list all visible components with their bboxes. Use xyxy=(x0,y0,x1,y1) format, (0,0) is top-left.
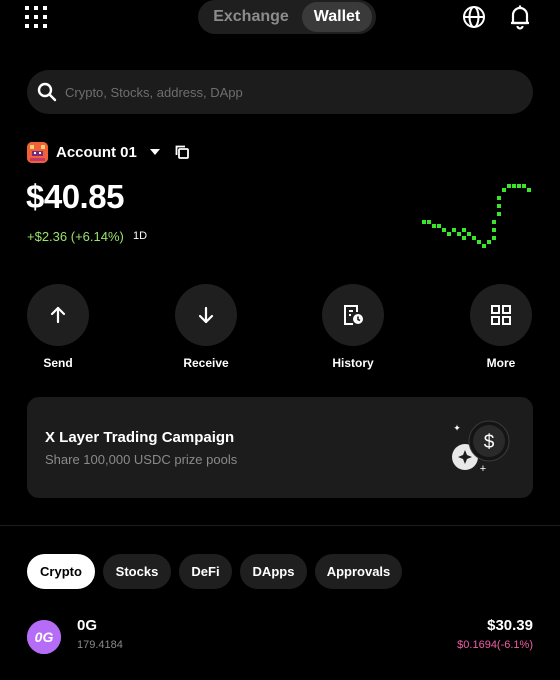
asset-change: $0.1694(-6.1%) xyxy=(457,639,533,651)
campaign-banner[interactable]: X Layer Trading Campaign Share 100,000 U… xyxy=(27,397,533,498)
asset-logo: 0G xyxy=(27,620,61,654)
tab-defi[interactable]: DeFi xyxy=(179,554,232,589)
send-label: Send xyxy=(43,356,73,370)
balance-change: +$2.36 (+6.14%) xyxy=(27,229,124,244)
receive-label: Receive xyxy=(183,356,229,370)
caret-down-icon[interactable] xyxy=(149,147,160,157)
banner-title: X Layer Trading Campaign xyxy=(45,429,235,446)
history-circle[interactable] xyxy=(322,284,384,346)
tab-crypto[interactable]: Crypto xyxy=(27,554,95,589)
top-bar: Exchange Wallet xyxy=(0,0,560,34)
svg-text:+: + xyxy=(480,463,486,475)
apps-grid-icon[interactable] xyxy=(24,5,48,29)
history-button[interactable]: History xyxy=(322,284,384,370)
arrow-up-icon xyxy=(50,306,66,324)
svg-text:✦: ✦ xyxy=(453,423,461,433)
more-label: More xyxy=(486,356,516,370)
grid-more-icon xyxy=(491,305,511,325)
tab-stocks[interactable]: Stocks xyxy=(103,554,171,589)
usdc-coin-icon: $ ✦ + xyxy=(452,420,510,475)
tab-dapps[interactable]: DApps xyxy=(240,554,307,589)
avatar xyxy=(27,141,48,163)
asset-value: $30.39 xyxy=(487,617,533,634)
bell-icon[interactable] xyxy=(508,4,532,30)
asset-row[interactable]: 0G 0G 179.4184 $30.39 $0.1694(-6.1%) xyxy=(0,614,560,658)
svg-text:$: $ xyxy=(484,432,495,453)
more-circle[interactable] xyxy=(470,284,532,346)
banner-subtitle: Share 100,000 USDC prize pools xyxy=(45,452,238,467)
search-bar[interactable] xyxy=(27,70,533,114)
receive-circle[interactable] xyxy=(175,284,237,346)
tab-exchange[interactable]: Exchange xyxy=(202,2,300,32)
asset-symbol: 0G xyxy=(77,617,98,634)
arrow-down-icon xyxy=(198,306,214,324)
send-circle[interactable] xyxy=(27,284,89,346)
account-name: Account 01 xyxy=(56,143,137,161)
account-selector[interactable]: Account 01 xyxy=(27,141,190,163)
change-period: 1D xyxy=(133,230,148,242)
history-label: History xyxy=(332,356,374,370)
globe-icon[interactable] xyxy=(462,5,486,29)
history-icon xyxy=(344,305,363,325)
total-balance: $40.85 xyxy=(26,178,124,215)
section-divider xyxy=(0,525,560,526)
tab-wallet[interactable]: Wallet xyxy=(302,2,372,32)
receive-button[interactable]: Receive xyxy=(175,284,237,370)
asset-tabs: Crypto Stocks DeFi DApps Approvals xyxy=(0,554,560,590)
search-input[interactable] xyxy=(65,70,515,114)
mode-switcher: Exchange Wallet xyxy=(198,0,376,34)
search-icon xyxy=(37,82,57,102)
send-button[interactable]: Send xyxy=(27,284,89,370)
tab-approvals[interactable]: Approvals xyxy=(315,554,402,589)
more-button[interactable]: More xyxy=(470,284,532,370)
balance-sparkline xyxy=(422,184,531,248)
asset-logo-text: 0G xyxy=(35,629,54,645)
copy-icon[interactable] xyxy=(174,144,190,160)
asset-amount: 179.4184 xyxy=(77,639,123,651)
